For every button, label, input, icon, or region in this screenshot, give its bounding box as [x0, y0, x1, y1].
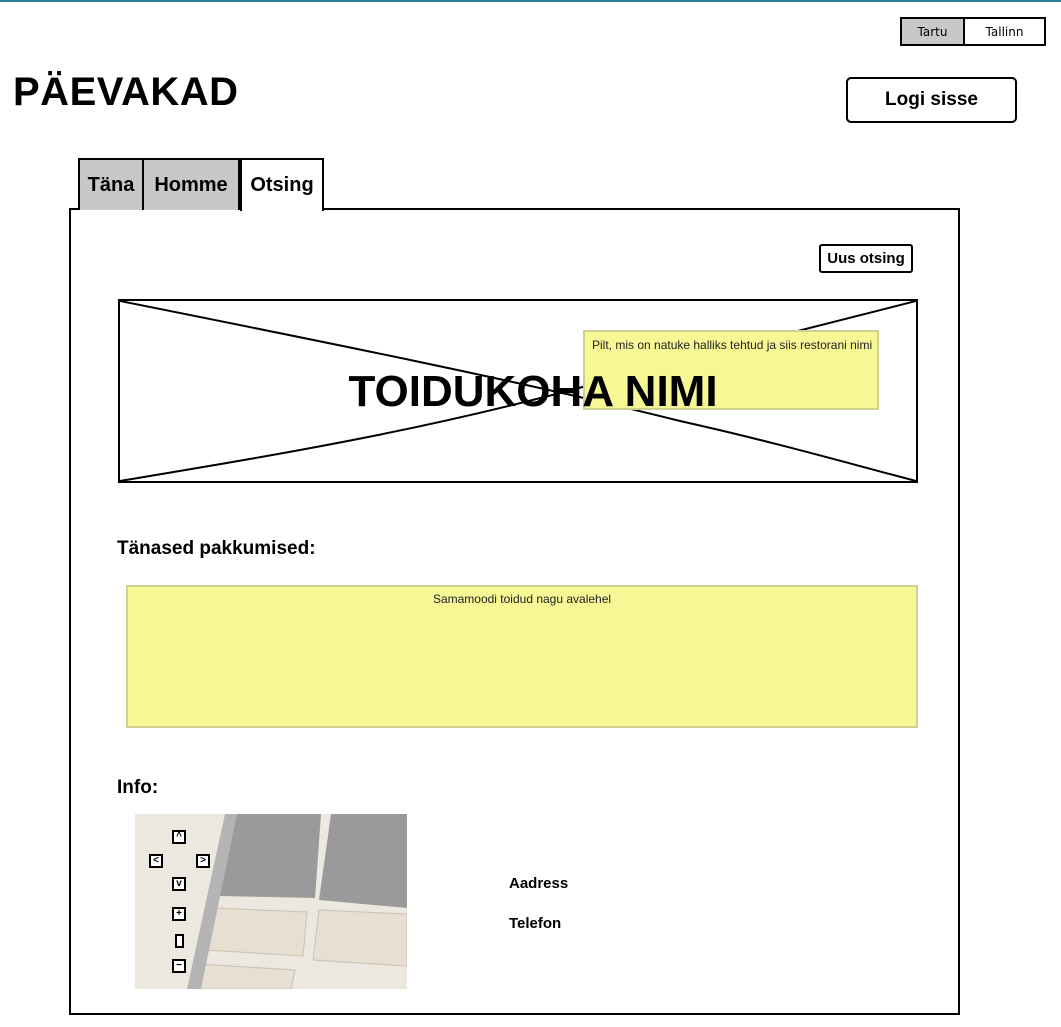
chevron-up-icon[interactable]: ^: [172, 830, 186, 844]
tab-bar: Täna Homme Otsing: [78, 158, 324, 211]
city-switch: Tartu Tallinn: [900, 17, 1046, 46]
zoom-in-icon[interactable]: +: [172, 907, 186, 921]
phone-label: Telefon: [509, 915, 562, 932]
search-panel: Uus otsing Pilt, mis on natuke halliks t…: [69, 208, 960, 1015]
restaurant-name: TOIDUKOHA NIMI: [348, 367, 718, 416]
chevron-left-icon[interactable]: <: [149, 854, 163, 868]
offers-heading: Tänased pakkumised:: [117, 538, 316, 559]
new-search-button[interactable]: Uus otsing: [819, 244, 913, 273]
window-top-border: [0, 0, 1061, 2]
city-button-tallinn[interactable]: Tallinn: [965, 17, 1046, 46]
city-button-tartu[interactable]: Tartu: [900, 17, 965, 46]
restaurant-image-placeholder: Pilt, mis on natuke halliks tehtud ja si…: [118, 299, 918, 483]
tab-tomorrow[interactable]: Homme: [144, 158, 240, 210]
tab-today[interactable]: Täna: [78, 158, 144, 210]
offers-note: Samamoodi toidud nagu avalehel: [126, 585, 918, 728]
zoom-out-icon[interactable]: −: [172, 959, 186, 973]
info-heading: Info:: [117, 777, 159, 798]
zoom-slider-icon[interactable]: [175, 934, 184, 948]
app-title: PÄEVAKAD: [13, 70, 239, 114]
tab-search[interactable]: Otsing: [240, 158, 324, 211]
address-label: Aadress: [509, 875, 569, 892]
login-button[interactable]: Logi sisse: [846, 77, 1017, 123]
location-map[interactable]: ^ < > v + −: [135, 814, 407, 989]
chevron-down-icon[interactable]: v: [172, 877, 186, 891]
chevron-right-icon[interactable]: >: [196, 854, 210, 868]
